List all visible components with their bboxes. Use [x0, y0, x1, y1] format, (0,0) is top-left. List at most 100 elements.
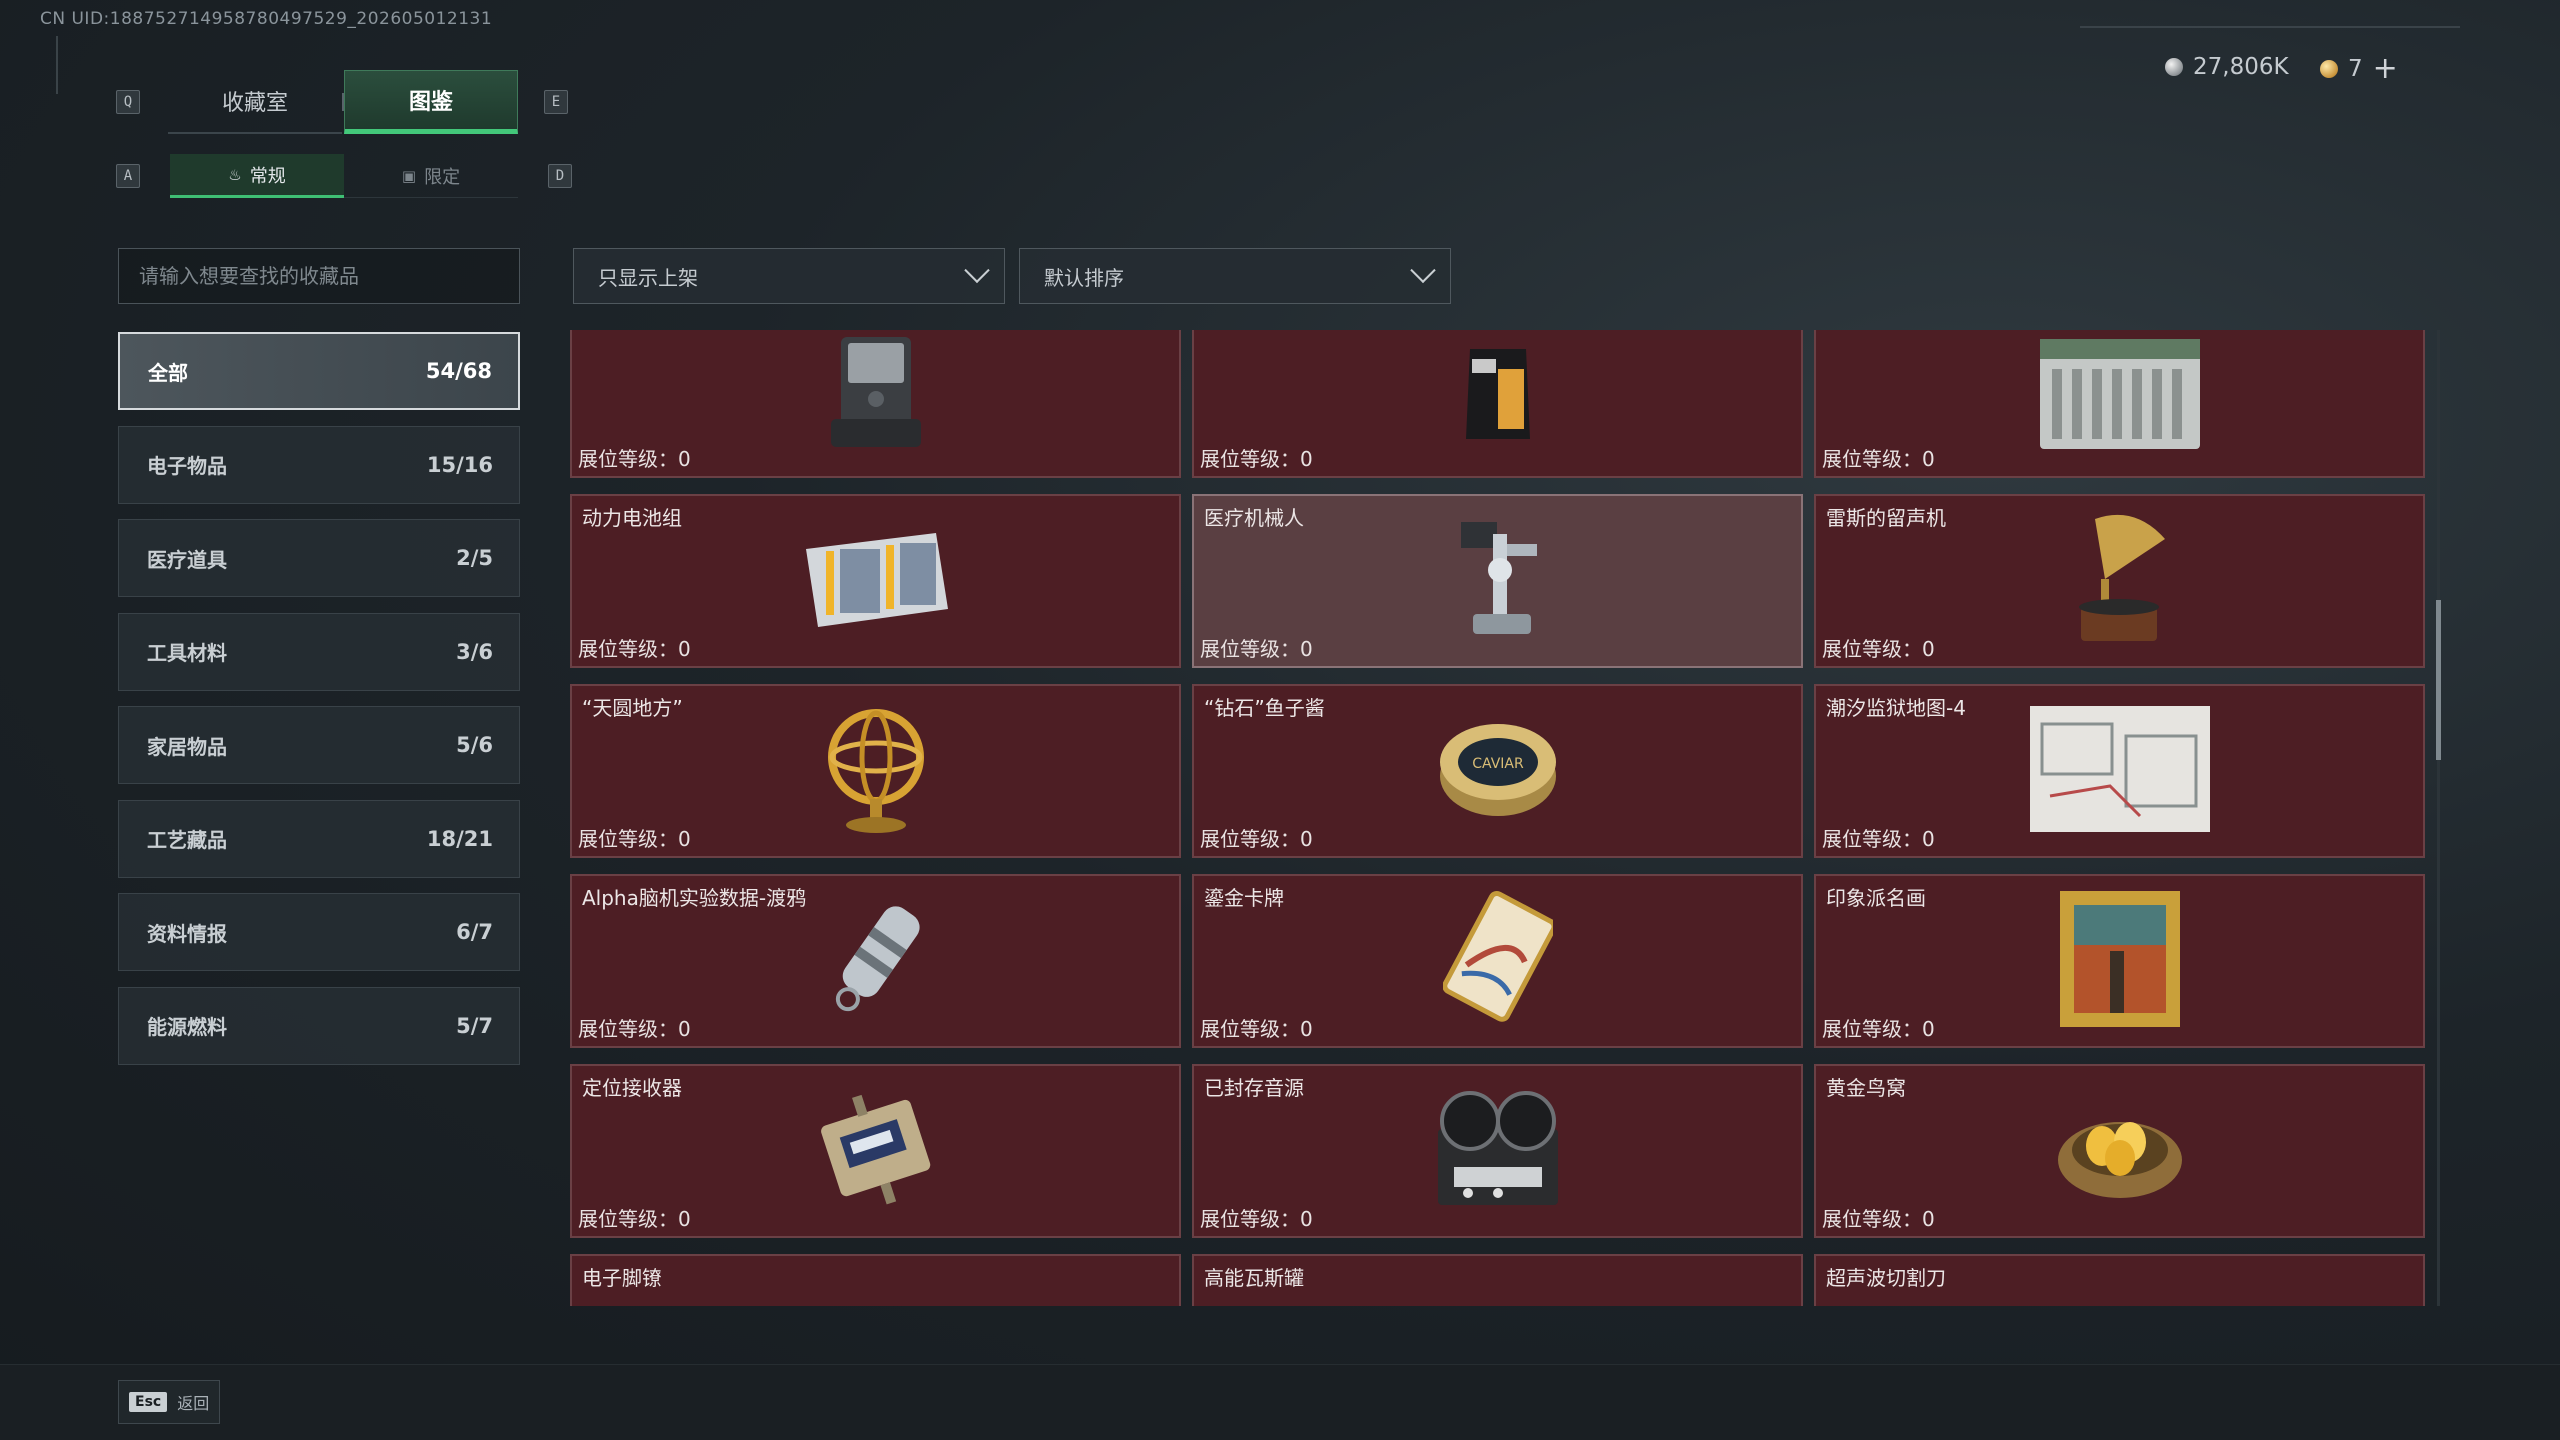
painting-icon	[2059, 891, 2180, 1031]
item-display-level: 展位等级：0	[1200, 827, 1313, 851]
item-name: 潮汐监狱地图-4	[1826, 696, 1966, 720]
item-card[interactable]: 黄金鸟窝 展位等级：0	[1814, 1064, 2425, 1238]
sort-value: 默认排序	[1044, 265, 1124, 290]
subtab-limited[interactable]: ▣ 限定	[344, 154, 518, 198]
item-display-level: 展位等级：0	[1200, 1207, 1313, 1231]
item-card[interactable]: 展位等级：0	[570, 330, 1181, 478]
tab-catalog[interactable]: 图鉴	[344, 70, 518, 134]
top-divider	[2080, 26, 2460, 28]
category-item[interactable]: 工具材料 3/6	[118, 612, 520, 691]
category-count: 54/68	[425, 359, 492, 383]
item-card[interactable]: 雷斯的留声机 展位等级：0	[1814, 494, 2425, 668]
chevron-down-icon	[1410, 257, 1436, 284]
tab-collection-room[interactable]: 收藏室	[168, 70, 342, 134]
item-display-level: 展位等级：0	[578, 827, 691, 851]
item-name: 定位接收器	[582, 1076, 682, 1100]
category-item[interactable]: 工艺藏品 18/21	[118, 799, 520, 878]
item-name: Alpha脑机实验数据-渡鸦	[582, 886, 807, 910]
silver-amount: 27,806K	[2193, 54, 2289, 80]
coffee-bag-icon	[1458, 339, 1538, 453]
item-card[interactable]: 潮汐监狱地图-4 展位等级：0	[1814, 684, 2425, 858]
add-currency-button[interactable]: +	[2373, 54, 2398, 84]
category-label: 工具材料	[147, 641, 227, 665]
category-label: 家居物品	[147, 734, 227, 759]
item-name: “钻石”鱼子酱	[1204, 696, 1325, 720]
category-count: 15/16	[426, 452, 493, 477]
category-item[interactable]: 电子物品 15/16	[118, 425, 520, 504]
item-card[interactable]: 定位接收器展位等级：0	[570, 1064, 1181, 1238]
back-button[interactable]: Esc 返回	[118, 1380, 221, 1424]
corner-decoration	[56, 36, 62, 94]
category-label: 工艺藏品	[147, 828, 227, 852]
bottom-bar	[0, 1364, 2560, 1440]
data-capsule-icon	[826, 894, 926, 1028]
image-icon: ▣	[401, 166, 417, 185]
category-count: 3/6	[456, 639, 493, 664]
display-filter-value: 只显示上架	[598, 265, 698, 290]
item-card[interactable]: 印象派名画 展位等级：0	[1814, 874, 2425, 1048]
item-display-level: 展位等级：0	[1200, 1017, 1313, 1041]
item-display-level: 展位等级：0	[1200, 637, 1313, 661]
gold-coin-icon	[2320, 60, 2338, 78]
category-count: 5/6	[456, 733, 493, 757]
key-hint-d: D	[548, 164, 572, 188]
item-name: 印象派名画	[1826, 886, 1926, 910]
item-name: 动力电池组	[582, 506, 682, 530]
item-name: “天圆地方”	[582, 696, 683, 720]
item-card[interactable]: 电子脚镣	[570, 1254, 1181, 1306]
item-display-level: 展位等级：0	[578, 1207, 691, 1231]
item-card[interactable]: Alpha脑机实验数据-渡鸦展位等级：0	[570, 874, 1181, 1048]
item-card[interactable]: 展位等级：0	[1814, 330, 2425, 478]
item-card[interactable]: 高能瓦斯罐	[1192, 1254, 1803, 1306]
map-icon	[2029, 706, 2210, 836]
chevron-down-icon	[964, 257, 990, 284]
scrollbar-thumb[interactable]	[2436, 600, 2441, 760]
category-item[interactable]: 能源燃料 5/7	[118, 986, 520, 1065]
sub-tabs: ♨ 常规 ▣ 限定	[170, 154, 518, 198]
item-display-level: 展位等级：0	[1822, 447, 1935, 471]
category-item[interactable]: 家居物品 5/6	[118, 706, 520, 784]
item-grid: 展位等级：0 展位等级：0 展位等级：0 动力电池组 展位等级：0 医疗机械人 展位等级：0…	[570, 330, 2428, 1306]
esc-key-icon: Esc	[129, 1392, 168, 1412]
item-name: 已封存音源	[1204, 1076, 1304, 1100]
item-card[interactable]: 超声波切割刀	[1814, 1254, 2425, 1306]
sort-dropdown[interactable]: 默认排序	[1019, 248, 1451, 304]
armillary-sphere-icon	[816, 699, 936, 843]
key-hint-e: E	[544, 90, 568, 114]
subtab-regular-label: 常规	[249, 165, 286, 187]
category-count: 6/7	[456, 920, 493, 944]
item-card[interactable]: “天圆地方” 展位等级：0	[570, 684, 1181, 858]
key-hint-a: A	[116, 164, 140, 188]
item-card[interactable]: 展位等级：0	[1192, 330, 1803, 478]
category-count: 5/7	[456, 1013, 493, 1038]
main-tabs: 收藏室 图鉴	[168, 70, 518, 134]
item-name: 鎏金卡牌	[1204, 886, 1284, 910]
item-card[interactable]: “钻石”鱼子酱 CAVIAR 展位等级：0	[1192, 684, 1803, 858]
key-hint-q: Q	[116, 90, 140, 114]
robot-vacuum-icon	[816, 330, 936, 463]
item-card[interactable]: 已封存音源展位等级：0	[1192, 1064, 1803, 1238]
back-label: 返回	[177, 1394, 210, 1413]
item-display-level: 展位等级：0	[578, 1017, 691, 1041]
medical-robot-icon	[1443, 514, 1553, 648]
search-input[interactable]	[118, 248, 520, 304]
category-label: 全部	[148, 360, 188, 385]
item-card[interactable]: 动力电池组 展位等级：0	[570, 494, 1181, 668]
subtab-regular[interactable]: ♨ 常规	[170, 154, 344, 198]
item-display-level: 展位等级：0	[578, 447, 691, 471]
category-item[interactable]: 资料情报 6/7	[118, 893, 520, 971]
item-card[interactable]: 医疗机械人 展位等级：0	[1192, 494, 1803, 668]
item-name: 电子脚镣	[582, 1266, 662, 1290]
display-filter-dropdown[interactable]: 只显示上架	[573, 248, 1005, 304]
category-item[interactable]: 全部 54/68	[118, 332, 520, 410]
scrollbar-track[interactable]	[2437, 330, 2440, 1306]
gilded-card-icon	[1441, 889, 1557, 1033]
flame-icon: ♨	[228, 165, 242, 184]
item-name: 雷斯的留声机	[1826, 506, 1946, 530]
category-label: 医疗道具	[147, 547, 227, 572]
item-card[interactable]: 鎏金卡牌展位等级：0	[1192, 874, 1803, 1048]
tape-recorder-icon	[1428, 1089, 1568, 1213]
gramophone-icon	[2065, 509, 2175, 653]
svg-text:CAVIAR: CAVIAR	[1472, 756, 1524, 772]
category-item[interactable]: 医疗道具 2/5	[118, 519, 520, 597]
